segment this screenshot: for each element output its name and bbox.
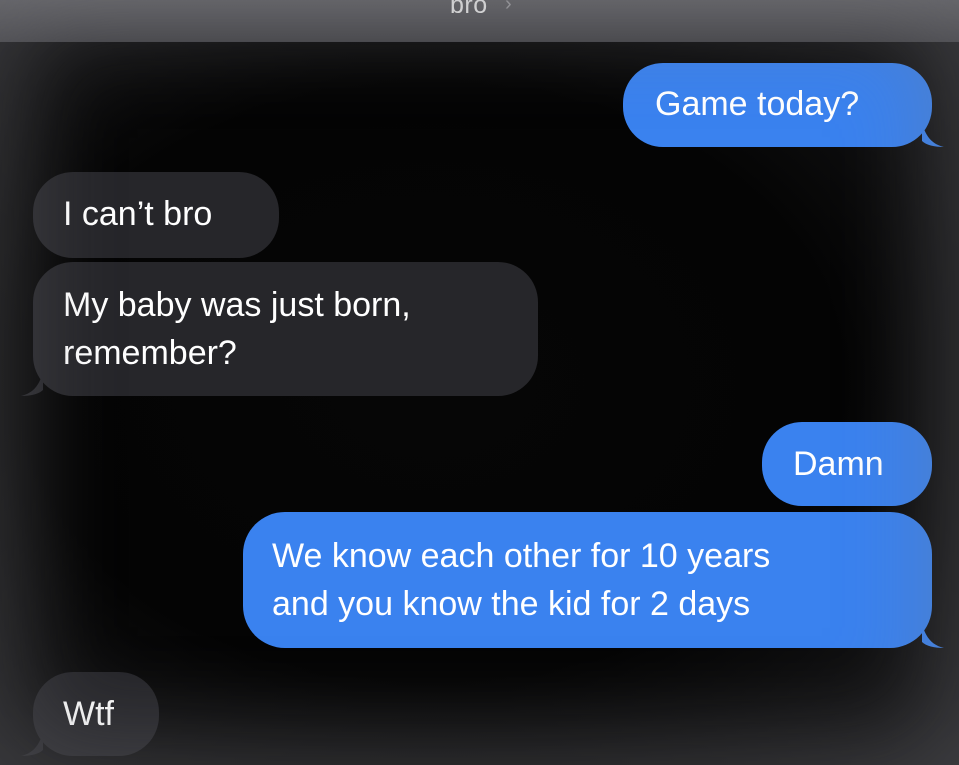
message-text: Game today?: [655, 85, 860, 123]
bubble-tail: [21, 372, 43, 396]
message-text-line: remember?: [63, 334, 237, 372]
received-message-bubble[interactable]: My baby was just born, remember?: [21, 262, 538, 396]
received-message-bubble[interactable]: Wtf: [21, 672, 159, 756]
bubble-tail: [922, 123, 944, 147]
sent-message-bubble[interactable]: We know each other for 10 years and you …: [243, 512, 944, 648]
message-text-line: My baby was just born,: [63, 286, 411, 324]
message-text: Damn: [793, 445, 884, 483]
message-text-line: We know each other for 10 years: [272, 537, 771, 575]
message-text-line: and you know the kid for 2 days: [272, 585, 751, 623]
bubble-tail: [922, 624, 944, 648]
contact-name[interactable]: bro: [450, 0, 488, 20]
message-text: Wtf: [63, 695, 114, 733]
sent-message-bubble[interactable]: Game today?: [623, 63, 944, 147]
chevron-right-icon[interactable]: ›: [505, 0, 512, 16]
conversation-header[interactable]: bro ›: [0, 0, 959, 42]
sent-message-bubble[interactable]: Damn: [762, 422, 932, 506]
received-message-bubble[interactable]: I can’t bro: [33, 172, 279, 258]
message-text: I can’t bro: [63, 195, 213, 233]
messages-screen: bro › Game today? I can’t bro My baby wa…: [0, 0, 959, 765]
bubble-tail: [21, 732, 43, 756]
